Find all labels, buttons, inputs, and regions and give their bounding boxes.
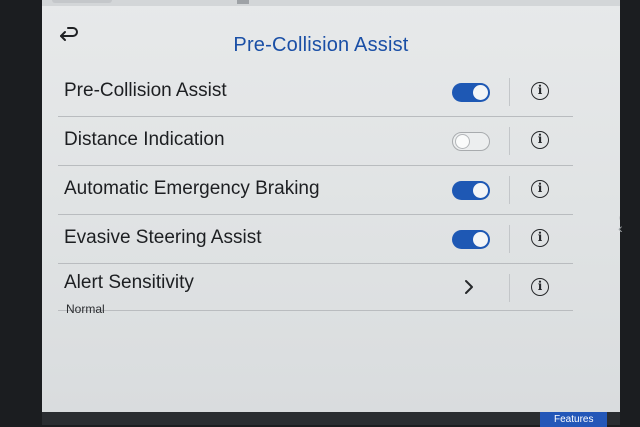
setting-label: Distance Indication xyxy=(64,129,225,150)
evasive-steering-assist-toggle[interactable] xyxy=(452,230,490,249)
distance-indication-toggle[interactable] xyxy=(452,132,490,151)
info-icon[interactable]: i xyxy=(531,278,549,296)
row-divider xyxy=(509,225,510,253)
setting-label: Pre-Collision Assist xyxy=(64,80,227,101)
pre-collision-assist-toggle[interactable] xyxy=(452,83,490,102)
setting-row-distance-indication: Distance Indication i xyxy=(58,117,573,166)
settings-screen: Pre-Collision Assist Pre-Collision Assis… xyxy=(42,0,620,412)
top-icon xyxy=(237,0,249,4)
setting-value: Normal xyxy=(66,302,105,316)
info-icon[interactable]: i xyxy=(531,131,549,149)
page-title: Pre-Collision Assist xyxy=(233,34,409,56)
toggle-knob xyxy=(473,232,488,247)
setting-label: Evasive Steering Assist xyxy=(64,227,262,248)
bottom-nav-bar: Features xyxy=(42,412,620,427)
side-panel-chevron-left-icon[interactable]: ‹ xyxy=(618,220,623,236)
toggle-knob xyxy=(473,85,488,100)
row-divider xyxy=(509,78,510,106)
setting-label: Alert Sensitivity xyxy=(64,272,194,293)
toggle-knob xyxy=(473,183,488,198)
setting-row-alert-sensitivity[interactable]: Alert Sensitivity Normal i xyxy=(58,264,573,316)
row-divider xyxy=(509,127,510,155)
setting-row-evasive-steering-assist: Evasive Steering Assist i xyxy=(58,215,573,264)
info-icon[interactable]: i xyxy=(531,229,549,247)
setting-row-pre-collision-assist: Pre-Collision Assist i xyxy=(58,68,573,117)
settings-list: Pre-Collision Assist i Distance Indicati… xyxy=(58,68,573,316)
toggle-knob xyxy=(455,134,470,149)
top-tab-indicator xyxy=(52,0,112,3)
automatic-emergency-braking-toggle[interactable] xyxy=(452,181,490,200)
setting-label: Automatic Emergency Braking xyxy=(64,178,320,199)
row-divider xyxy=(509,274,510,302)
chevron-right-icon[interactable] xyxy=(462,278,476,296)
top-status-strip xyxy=(42,0,620,6)
info-icon[interactable]: i xyxy=(531,180,549,198)
row-divider xyxy=(509,176,510,204)
setting-row-automatic-emergency-braking: Automatic Emergency Braking i xyxy=(58,166,573,215)
info-icon[interactable]: i xyxy=(531,82,549,100)
